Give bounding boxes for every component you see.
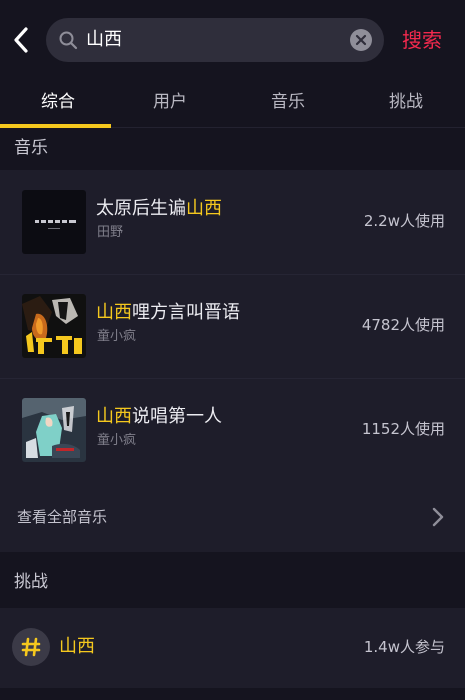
search-icon [59,31,78,50]
see-all-music-link[interactable]: 查看全部音乐 [0,482,465,552]
search-bar[interactable]: 山西 [46,18,384,62]
music-cover [22,190,86,254]
challenge-title: 山西 [59,636,95,657]
music-cover [22,294,86,358]
music-artist: 田野 [97,225,124,240]
clear-icon [355,34,367,46]
music-item[interactable]: 山西说唱第一人 童小疯 1152人使用 [0,378,465,482]
music-artist: 童小疯 [97,329,137,344]
back-arrow-icon [14,27,28,53]
tab-bar: 综合 用户 音乐 挑战 [0,80,465,128]
challenge-participant-count: 1.4w人参与 [363,638,445,656]
music-section-header: 音乐 [0,128,465,168]
challenge-item[interactable]: 山西 1.4w人参与 [0,608,465,688]
hashtag-badge [12,628,50,666]
back-button[interactable] [6,22,36,58]
music-title: 山西哩方言叫晋语 [96,302,240,323]
chevron-right-icon [432,507,444,527]
tab-users[interactable]: 用户 [112,88,228,116]
music-list: 太原后生谝山西 田野 2.2w人使用 山西哩方言叫晋语 童小疯 4782人使用 … [0,170,465,552]
tab-music[interactable]: 音乐 [230,88,346,116]
music-title: 山西说唱第一人 [96,406,222,427]
search-button[interactable]: 搜索 [402,26,442,54]
music-item[interactable]: 太原后生谝山西 田野 2.2w人使用 [0,170,465,274]
tab-challenge[interactable]: 挑战 [348,88,464,116]
tab-overall[interactable]: 综合 [0,88,116,116]
music-artist: 童小疯 [97,433,137,448]
music-usage-count: 2.2w人使用 [363,212,445,230]
hashtag-icon [21,637,41,657]
music-usage-count: 4782人使用 [361,316,445,334]
clear-button[interactable] [350,29,372,51]
search-results-screen: 山西 搜索 综合 用户 音乐 挑战 音乐 太原后生谝山西 田野 2.2w人使用 … [0,0,465,700]
music-cover [22,398,86,462]
see-all-music-label: 查看全部音乐 [17,508,108,526]
music-item[interactable]: 山西哩方言叫晋语 童小疯 4782人使用 [0,274,465,378]
top-bar: 山西 搜索 [0,0,465,80]
music-title: 太原后生谝山西 [96,198,222,219]
challenge-section-header: 挑战 [0,562,465,602]
music-usage-count: 1152人使用 [361,420,445,438]
search-input[interactable]: 山西 [86,28,122,52]
